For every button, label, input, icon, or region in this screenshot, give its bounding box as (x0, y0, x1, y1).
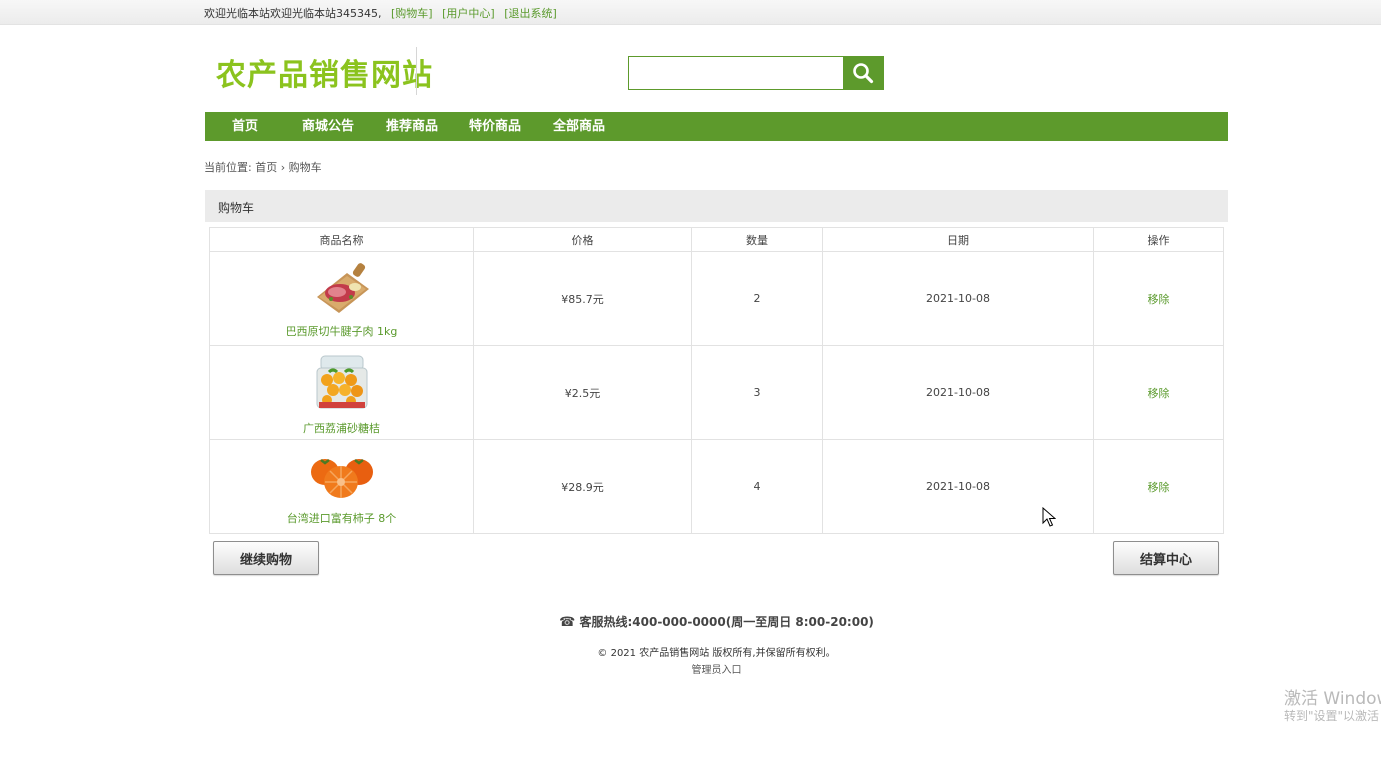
search-input[interactable] (629, 57, 843, 89)
logout-link[interactable]: [退出系统] (504, 7, 557, 20)
table-header-row: 商品名称 价格 数量 日期 操作 (209, 227, 1224, 252)
site-logo[interactable]: 农产品销售网站 (216, 50, 433, 94)
nav-specials[interactable]: 特价商品 (469, 112, 521, 141)
breadcrumb-home[interactable]: 首页 (255, 161, 277, 174)
product-name-link[interactable]: 巴西原切牛腱子肉 1kg (286, 323, 398, 339)
nav-all-products[interactable]: 全部商品 (553, 112, 605, 141)
phone-icon: ☎ (559, 615, 576, 630)
hotline-text: 客服热线:400-000-0000(周一至周日 8:00-20:00) (579, 615, 874, 629)
product-name-link[interactable]: 台湾进口富有柿子 8个 (287, 510, 397, 526)
footer-admin: 管理员入口 (0, 661, 1381, 676)
column-header-quantity: 数量 (691, 227, 823, 252)
action-cell: 移除 (1093, 251, 1224, 346)
checkout-button[interactable]: 结算中心 (1113, 541, 1219, 575)
table-row: 巴西原切牛腱子肉 1kg ¥85.7元 2 2021-10-08 移除 (209, 251, 1224, 346)
table-row: 台湾进口富有柿子 8个 ¥28.9元 4 2021-10-08 移除 (209, 439, 1224, 534)
column-header-name: 商品名称 (209, 227, 474, 252)
welcome-area: 欢迎光临本站欢迎光临本站345345, [购物车] [用户中心] [退出系统] (204, 5, 557, 21)
table-row: 广西荔浦砂糖桔 ¥2.5元 3 2021-10-08 移除 (209, 345, 1224, 440)
breadcrumb-prefix: 当前位置: (204, 161, 252, 174)
top-bar: 欢迎光临本站欢迎光临本站345345, [购物车] [用户中心] [退出系统] (0, 0, 1381, 25)
activation-watermark-subtitle: 转到"设置"以激活 Windows (1284, 709, 1381, 723)
breadcrumb-separator: › (280, 161, 286, 174)
logo-divider (416, 47, 417, 95)
search-icon (853, 63, 874, 84)
price-cell: ¥85.7元 (473, 251, 692, 346)
mouse-cursor-icon (1042, 507, 1056, 527)
orange-product-image[interactable] (307, 350, 377, 414)
remove-link[interactable]: 移除 (1148, 293, 1170, 306)
admin-entry-link[interactable]: 管理员入口 (692, 665, 742, 676)
cart-table: 商品名称 价格 数量 日期 操作 巴西原切牛腱子肉 1kg ¥85.7元 2 2… (209, 227, 1224, 534)
search-box (628, 56, 884, 90)
product-name-link[interactable]: 广西荔浦砂糖桔 (303, 420, 380, 436)
quantity-cell: 4 (691, 439, 823, 534)
beef-product-image[interactable] (307, 259, 377, 317)
footer-hotline: ☎ 客服热线:400-000-0000(周一至周日 8:00-20:00) (0, 613, 1381, 630)
product-cell: 广西荔浦砂糖桔 (209, 345, 474, 440)
main-nav: 首页 商城公告 推荐商品 特价商品 全部商品 (205, 112, 1228, 141)
activation-watermark-title: 激活 Windows (1284, 689, 1381, 709)
price-cell: ¥28.9元 (473, 439, 692, 534)
nav-recommended[interactable]: 推荐商品 (386, 112, 438, 141)
quantity-cell: 3 (691, 345, 823, 440)
welcome-text: 欢迎光临本站欢迎光临本站345345, (204, 7, 382, 20)
nav-home[interactable]: 首页 (232, 112, 258, 141)
continue-shopping-button[interactable]: 继续购物 (213, 541, 319, 575)
cart-link[interactable]: [购物车] (391, 7, 433, 20)
breadcrumb: 当前位置: 首页 › 购物车 (204, 159, 322, 175)
column-header-date: 日期 (822, 227, 1094, 252)
action-cell: 移除 (1093, 439, 1224, 534)
column-header-price: 价格 (473, 227, 692, 252)
search-button[interactable] (843, 57, 883, 89)
quantity-cell: 2 (691, 251, 823, 346)
breadcrumb-current: 购物车 (288, 161, 322, 174)
product-cell: 台湾进口富有柿子 8个 (209, 439, 474, 534)
cart-panel-header: 购物车 (205, 190, 1228, 222)
remove-link[interactable]: 移除 (1148, 387, 1170, 400)
date-cell: 2021-10-08 (822, 345, 1094, 440)
remove-link[interactable]: 移除 (1148, 481, 1170, 494)
footer-copyright: © 2021 农产品销售网站 版权所有,并保留所有权利。 (597, 648, 836, 659)
column-header-action: 操作 (1093, 227, 1224, 252)
product-cell: 巴西原切牛腱子肉 1kg (209, 251, 474, 346)
cart-title: 购物车 (218, 201, 255, 215)
persimmon-product-image[interactable] (307, 448, 377, 504)
date-cell: 2021-10-08 (822, 251, 1094, 346)
nav-notices[interactable]: 商城公告 (302, 112, 354, 141)
user-center-link[interactable]: [用户中心] (442, 7, 495, 20)
action-cell: 移除 (1093, 345, 1224, 440)
price-cell: ¥2.5元 (473, 345, 692, 440)
